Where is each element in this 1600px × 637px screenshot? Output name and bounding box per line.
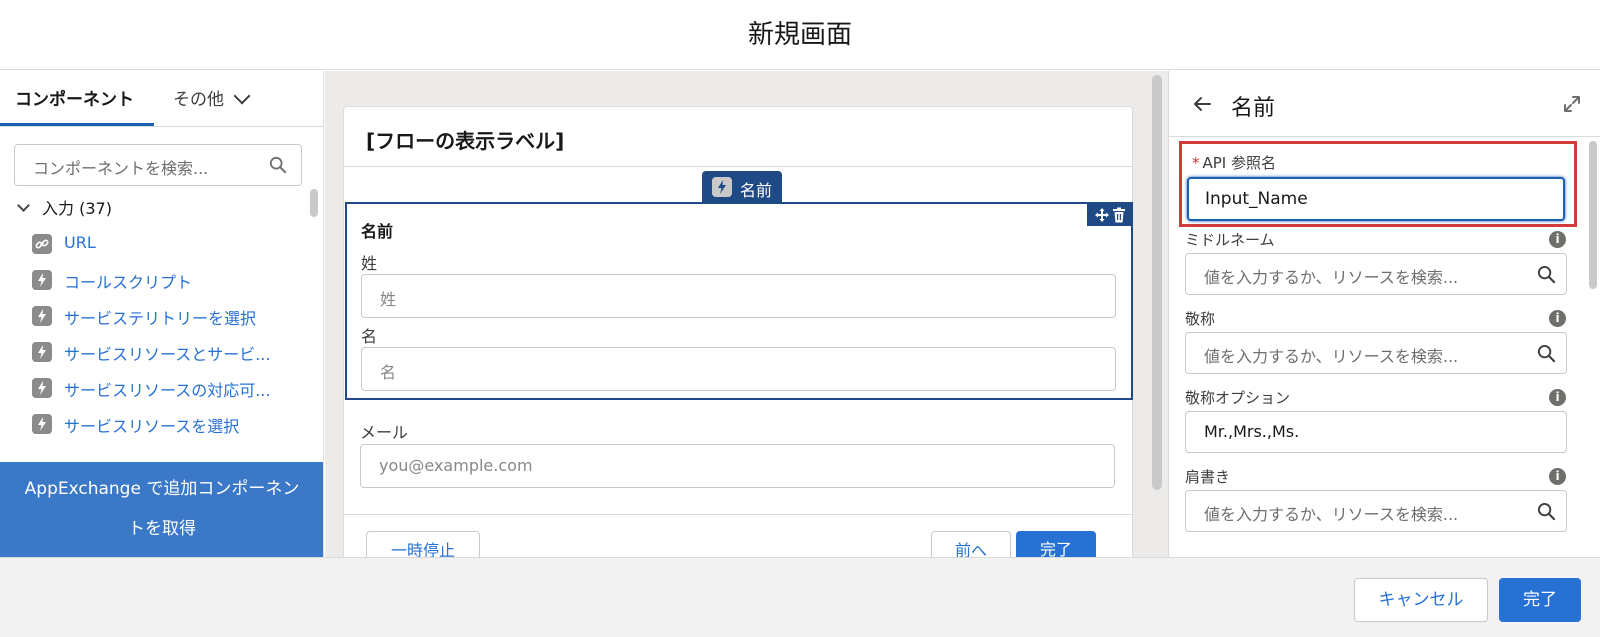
appexchange-banner[interactable]: AppExchange で追加コンポーネン トを取得 (0, 462, 323, 557)
middle-name-placeholder: 値を入力するか、リソースを検索... (1204, 268, 1459, 287)
chevron-down-icon (233, 87, 251, 105)
component-label: サービスリソースの対応可... (64, 381, 271, 400)
palette-tabs: コンポーネント その他 (0, 71, 323, 127)
selected-name-component[interactable]: 名前 姓 姓 名 名 (345, 202, 1133, 400)
flow-label: [フローの表示ラベル] (366, 129, 565, 153)
modal-footer: キャンセル 完了 (0, 557, 1600, 637)
component-label: コールスクリプト (64, 273, 193, 292)
selected-component-tag[interactable]: 名前 (702, 171, 782, 203)
component-palette: コンポーネント その他 コンポーネントを検索... 入力 (37) URL コー… (0, 71, 324, 557)
info-icon[interactable]: i (1549, 389, 1566, 406)
required-marker: * (1192, 154, 1200, 172)
salutation-options-label: 敬称オプション (1185, 389, 1291, 407)
salutation-options-input[interactable]: Mr.,Mrs.,Ms. (1185, 411, 1567, 453)
lightning-icon (32, 342, 52, 362)
section-label: 入力 (37) (42, 199, 112, 218)
appexchange-text-line1: AppExchange で追加コンポーネン (24, 479, 300, 499)
search-placeholder: コンポーネントを検索... (33, 159, 209, 178)
appexchange-text-line2: トを取得 (128, 519, 196, 539)
salutation-label: 敬称 (1185, 310, 1216, 328)
email-input[interactable]: you@example.com (360, 444, 1115, 488)
salutation-placeholder: 値を入力するか、リソースを検索... (1204, 347, 1459, 366)
job-title-placeholder: 値を入力するか、リソースを検索... (1204, 505, 1459, 524)
properties-panel: 名前 * API 参照名 Input_Name ミドルネーム i 値を入力するか、… (1168, 71, 1600, 557)
properties-header: 名前 (1169, 71, 1600, 137)
search-icon (269, 156, 287, 174)
last-name-label: 姓 (361, 254, 378, 273)
divider (344, 166, 1134, 167)
first-name-placeholder: 名 (380, 363, 397, 382)
middle-name-input[interactable]: 値を入力するか、リソースを検索... (1185, 253, 1567, 295)
screen-canvas: [フローの表示ラベル] 名前 名前 姓 姓 名 名 メール you@exampl… (325, 71, 1170, 576)
api-name-value: Input_Name (1205, 189, 1308, 209)
search-icon (1537, 265, 1556, 284)
search-icon (1537, 502, 1556, 521)
lightning-icon (712, 177, 732, 197)
modal-header: 新規画面 (0, 0, 1600, 70)
divider (344, 514, 1134, 515)
component-label: サービスリソースを選択 (64, 417, 240, 436)
component-tag-label: 名前 (740, 181, 773, 200)
first-name-input[interactable]: 名 (361, 347, 1116, 391)
api-name-input[interactable]: Input_Name (1187, 177, 1565, 221)
component-actions (1087, 204, 1131, 226)
canvas-scrollbar[interactable] (1152, 75, 1162, 490)
salutation-options-value: Mr.,Mrs.,Ms. (1204, 422, 1300, 441)
cancel-button[interactable]: キャンセル (1354, 578, 1488, 622)
name-field-heading: 名前 (361, 222, 394, 241)
salutation-input[interactable]: 値を入力するか、リソースを検索... (1185, 332, 1567, 374)
job-title-input[interactable]: 値を入力するか、リソースを検索... (1185, 490, 1567, 532)
component-search-input[interactable]: コンポーネントを検索... (14, 144, 302, 186)
active-tab-indicator (0, 123, 154, 126)
properties-scrollbar[interactable] (1589, 141, 1597, 289)
first-name-label: 名 (361, 327, 378, 346)
lightning-icon (32, 270, 52, 290)
component-label: サービステリトリーを選択 (64, 309, 257, 328)
screen-preview-card: [フローの表示ラベル] 名前 名前 姓 姓 名 名 メール you@exampl… (343, 106, 1134, 576)
middle-name-label: ミドルネーム (1185, 231, 1275, 249)
scrollbar-thumb[interactable] (310, 189, 318, 217)
chevron-down-icon (17, 199, 30, 212)
info-icon[interactable]: i (1549, 310, 1566, 327)
move-icon[interactable] (1094, 207, 1110, 223)
tab-other[interactable]: その他 (173, 85, 251, 110)
lightning-icon (32, 378, 52, 398)
lightning-icon (32, 414, 52, 434)
job-title-label: 肩書き (1185, 468, 1231, 486)
link-icon (32, 234, 52, 254)
api-name-highlight: * API 参照名 Input_Name (1179, 141, 1577, 227)
component-label: URL (64, 233, 96, 252)
component-label: サービスリソースとサービ... (64, 345, 271, 364)
search-icon (1537, 344, 1556, 363)
properties-title: 名前 (1231, 96, 1276, 121)
lightning-icon (32, 306, 52, 326)
api-name-label: * API 参照名 (1192, 152, 1276, 173)
email-label: メール (360, 423, 409, 442)
done-button[interactable]: 完了 (1499, 578, 1581, 622)
last-name-input[interactable]: 姓 (361, 274, 1116, 318)
modal-title: 新規画面 (747, 20, 852, 50)
delete-icon[interactable] (1112, 207, 1126, 223)
back-arrow-icon[interactable] (1193, 95, 1211, 113)
tab-components[interactable]: コンポーネント (15, 85, 134, 110)
section-input-toggle[interactable]: 入力 (37) (16, 195, 112, 219)
tab-other-label: その他 (173, 90, 224, 110)
expand-icon[interactable] (1563, 95, 1581, 113)
info-icon[interactable]: i (1549, 231, 1566, 248)
info-icon[interactable]: i (1549, 468, 1566, 485)
last-name-placeholder: 姓 (380, 290, 397, 309)
api-name-label-text: API 参照名 (1202, 154, 1277, 172)
email-placeholder: you@example.com (379, 456, 533, 475)
